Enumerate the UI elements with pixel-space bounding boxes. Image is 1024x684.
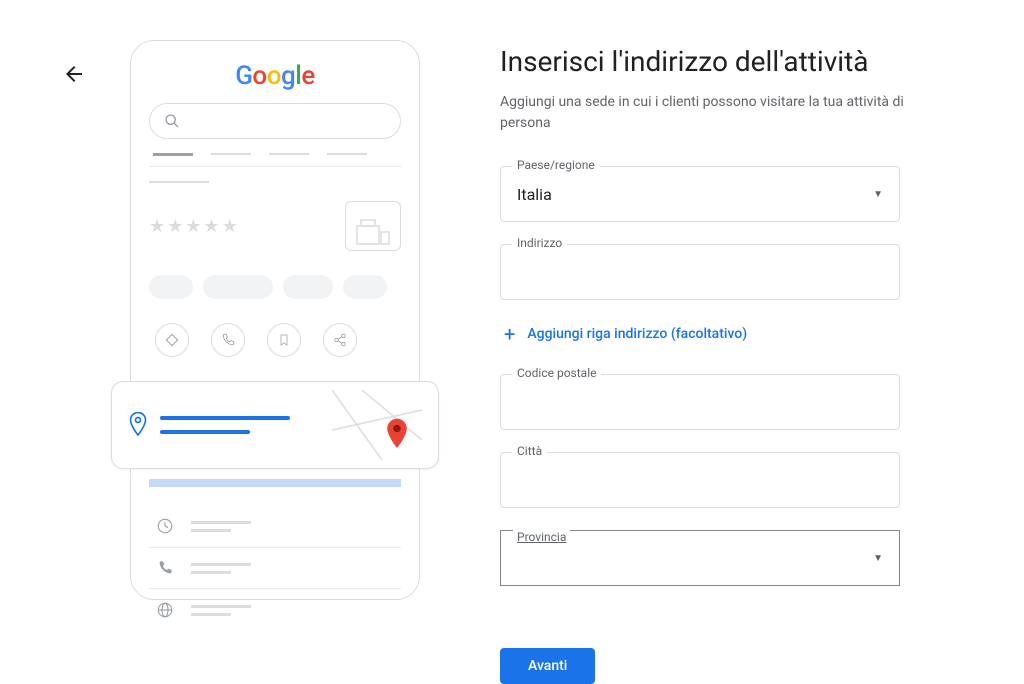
- phone-icon: [211, 323, 245, 357]
- next-button[interactable]: Avanti: [500, 648, 595, 684]
- city-field[interactable]: Città: [500, 452, 900, 508]
- address-label: Indirizzo: [512, 236, 567, 250]
- chevron-down-icon: ▼: [873, 189, 883, 200]
- form-panel: Inserisci l'indirizzo dell'attività Aggi…: [450, 40, 964, 663]
- location-pin-icon: [128, 412, 148, 438]
- search-bar-mock: [149, 103, 401, 139]
- phone-mockup: Google ★★★★★: [130, 40, 420, 600]
- map-pin-icon: [384, 418, 410, 452]
- illustration-panel: Google ★★★★★: [50, 40, 450, 663]
- phone-icon-small: [155, 560, 175, 576]
- map-card-mock: [111, 381, 439, 469]
- country-value: Italia: [517, 185, 552, 204]
- share-icon: [323, 323, 357, 357]
- province-label: Provincia: [513, 530, 570, 544]
- storefront-icon: [345, 201, 401, 251]
- address-field[interactable]: Indirizzo: [500, 244, 900, 300]
- country-field[interactable]: Paese/regione Italia ▼: [500, 166, 900, 222]
- chevron-down-icon: ▼: [873, 553, 883, 564]
- city-input[interactable]: [500, 452, 900, 508]
- pills-mock: [149, 275, 401, 299]
- tabs-mock: [149, 153, 401, 167]
- city-label: Città: [512, 444, 547, 458]
- google-logo: Google: [149, 61, 401, 91]
- postal-input[interactable]: [500, 374, 900, 430]
- add-address-line-button[interactable]: + Aggiungi riga indirizzo (facoltativo): [500, 322, 964, 346]
- address-input[interactable]: [500, 244, 900, 300]
- bookmark-icon: [267, 323, 301, 357]
- globe-icon: [155, 601, 175, 619]
- add-line-label: Aggiungi riga indirizzo (facoltativo): [527, 326, 747, 342]
- page-title: Inserisci l'indirizzo dell'attività: [500, 45, 964, 78]
- clock-icon: [155, 517, 175, 535]
- plus-icon: +: [504, 322, 515, 346]
- search-icon: [164, 113, 180, 129]
- country-label: Paese/regione: [512, 158, 600, 172]
- province-field[interactable]: Provincia ▼: [500, 530, 900, 586]
- directions-icon: [155, 323, 189, 357]
- postal-label: Codice postale: [512, 366, 601, 380]
- page-subtitle: Aggiungi una sede in cui i clienti posso…: [500, 92, 920, 134]
- action-icons-mock: [149, 323, 401, 357]
- stars-mock: ★★★★★: [149, 216, 238, 237]
- postal-field[interactable]: Codice postale: [500, 374, 900, 430]
